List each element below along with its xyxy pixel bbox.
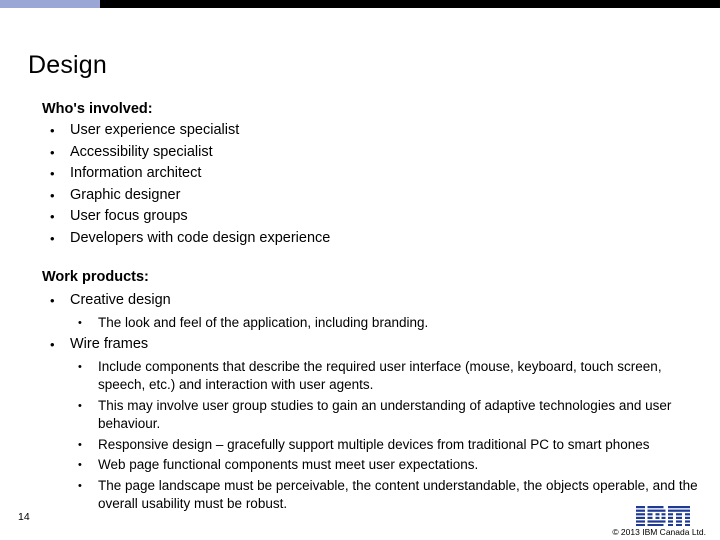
list-item: • This may involve user group studies to…	[70, 397, 702, 434]
list-item-label: Graphic designer	[70, 186, 181, 203]
list-item: • Include components that describe the r…	[70, 358, 702, 395]
list-item: • Developers with code design experience	[42, 228, 702, 250]
page-number: 14	[18, 511, 30, 523]
bullet-icon: •	[50, 293, 55, 308]
list-item-label: The page landscape must be perceivable, …	[98, 477, 698, 512]
list-item: • The page landscape must be perceivable…	[70, 477, 702, 514]
list-item-label: Creative design	[70, 292, 171, 308]
bullet-icon: •	[50, 166, 55, 181]
slide: Design Who's involved: • User experience…	[0, 0, 720, 540]
section-heading-work-products: Work products:	[42, 269, 149, 285]
list-item: • User focus groups	[42, 206, 702, 228]
list-item: • Creative design • The look and feel of…	[42, 290, 702, 332]
list-item-label: Wire frames	[70, 336, 149, 352]
list-item: • Information architect	[42, 163, 702, 185]
list-item: • User experience specialist	[42, 120, 702, 142]
work-products-list: • Creative design • The look and feel of…	[42, 290, 702, 514]
bullet-icon: •	[50, 123, 55, 138]
bullet-icon: •	[78, 459, 82, 471]
creative-design-sublist: • The look and feel of the application, …	[70, 314, 702, 333]
topbar-right-accent	[100, 0, 720, 8]
bullet-icon: •	[78, 438, 82, 451]
list-item: • Responsive design – gracefully support…	[70, 436, 702, 455]
bullet-icon: •	[78, 479, 82, 492]
bullet-icon: •	[50, 337, 55, 352]
list-item: • The look and feel of the application, …	[70, 314, 702, 333]
bullet-icon: •	[78, 399, 82, 412]
list-item-label: The look and feel of the application, in…	[98, 314, 429, 330]
list-item-label: Include components that describe the req…	[98, 358, 662, 393]
bullet-icon: •	[50, 209, 55, 224]
list-item-label: Information architect	[70, 165, 202, 181]
page-title: Design	[28, 51, 108, 79]
bullet-icon: •	[78, 360, 82, 373]
copyright-notice: © 2013 IBM Canada Ltd.	[612, 527, 706, 537]
bullet-icon: •	[50, 230, 55, 246]
bullet-icon: •	[50, 187, 55, 203]
topbar-left-accent	[0, 0, 100, 8]
wire-frames-sublist: • Include components that describe the r…	[70, 358, 702, 514]
who-involved-list: • User experience specialist • Accessibi…	[42, 120, 702, 249]
slide-body: Who's involved: • User experience specia…	[42, 99, 702, 514]
bullet-icon: •	[50, 144, 55, 160]
list-item-label: User experience specialist	[70, 122, 240, 138]
bullet-icon: •	[78, 316, 82, 329]
list-item: • Graphic designer	[42, 185, 702, 207]
list-item: • Web page functional components must me…	[70, 456, 702, 475]
top-decoration-bar	[0, 0, 720, 8]
list-item-label: Web page functional components must meet…	[98, 457, 479, 472]
ibm-logo	[636, 506, 690, 526]
section-heading-who-involved: Who's involved:	[42, 101, 153, 117]
list-item-label: Developers with code design experience	[70, 229, 331, 246]
list-item-label: Accessibility specialist	[70, 143, 213, 160]
list-item: • Wire frames • Include components that …	[42, 334, 702, 514]
list-item-label: User focus groups	[70, 208, 188, 224]
list-item-label: This may involve user group studies to g…	[98, 397, 672, 432]
list-item: • Accessibility specialist	[42, 142, 702, 164]
list-item-label: Responsive design – gracefully support m…	[98, 436, 650, 452]
